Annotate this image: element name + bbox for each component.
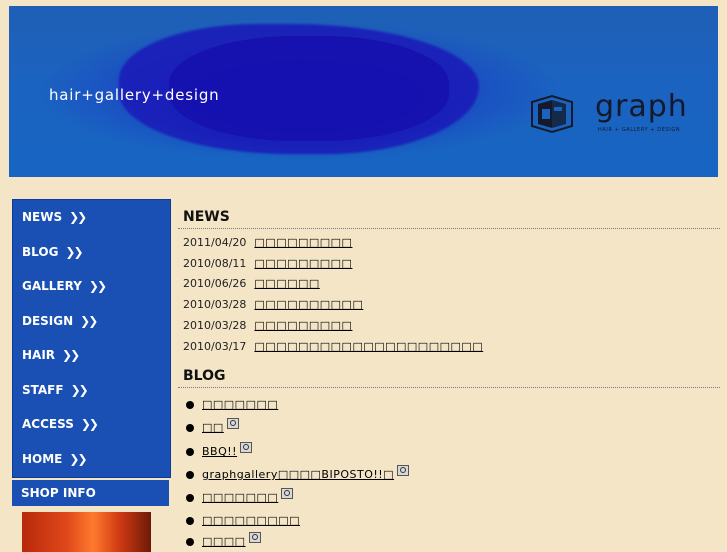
double-chevron-icon: ❯❯: [69, 210, 87, 225]
bullet-icon: [186, 447, 194, 456]
blog-link[interactable]: □□□□□□□: [202, 491, 278, 504]
news-divider: [178, 228, 720, 229]
blog-item: graphgallery□□□□BIPOSTO!!□: [186, 465, 410, 481]
news-item: 2010/03/28 □□□□□□□□□□: [183, 298, 363, 311]
shop-photo: [22, 512, 151, 552]
news-link[interactable]: □□□□□□□□□: [254, 236, 352, 249]
nav-item-hair[interactable]: HAIR ❯❯: [13, 338, 170, 373]
nav-label: NEWS: [22, 210, 63, 225]
logo-subtitle: HAIR + GALLERY + DESIGN: [598, 127, 681, 133]
blog-link[interactable]: □□□□□□□: [202, 398, 278, 411]
camera-icon: [281, 488, 294, 499]
nav-item-access[interactable]: ACCESS ❯❯: [13, 407, 170, 442]
sidebar-nav: NEWS ❯❯ BLOG ❯❯ GALLERY ❯❯ DESIGN ❯❯ HAI…: [12, 199, 171, 478]
site-tagline: hair+gallery+design: [49, 86, 220, 104]
nav-label: HOME: [22, 451, 63, 466]
news-date: 2010/03/28: [183, 298, 247, 311]
double-chevron-icon: ❯❯: [80, 417, 99, 432]
camera-icon: [248, 532, 261, 543]
blog-item: BBQ!!: [186, 442, 253, 458]
logo-wordmark: graph: [595, 89, 688, 124]
double-chevron-icon: ❯❯: [65, 244, 83, 259]
blog-link[interactable]: graphgallery□□□□BIPOSTO!!□: [202, 468, 394, 481]
double-chevron-icon: ❯❯: [62, 348, 80, 363]
camera-icon: [397, 465, 410, 476]
news-date: 2010/03/28: [183, 319, 247, 332]
nav-item-blog[interactable]: BLOG ❯❯: [13, 235, 170, 270]
double-chevron-icon: ❯❯: [69, 451, 87, 466]
blog-link[interactable]: □□□□□□□□□: [202, 514, 300, 527]
news-date: 2010/06/26: [183, 277, 247, 290]
news-link[interactable]: □□□□□□□□□: [254, 319, 352, 332]
news-item: 2011/04/20 □□□□□□□□□: [183, 236, 352, 249]
double-chevron-icon: ❯❯: [80, 313, 98, 328]
bullet-icon: [186, 400, 194, 409]
news-item: 2010/03/17 □□□□□□□□□□□□□□□□□□□□□: [183, 340, 483, 353]
bullet-icon: [186, 493, 194, 502]
nav-label: GALLERY: [22, 279, 82, 294]
news-heading: NEWS: [183, 209, 230, 225]
blog-heading: BLOG: [183, 368, 226, 384]
nav-label: STAFF: [22, 382, 64, 397]
nav-item-news[interactable]: NEWS ❯❯: [13, 200, 170, 235]
logo-cube-icon: [531, 94, 573, 134]
news-date: 2011/04/20: [183, 236, 247, 249]
news-link[interactable]: □□□□□□: [254, 277, 319, 290]
nav-item-design[interactable]: DESIGN ❯❯: [13, 304, 170, 339]
nav-item-gallery[interactable]: GALLERY ❯❯: [13, 269, 170, 304]
shop-info-heading: SHOP INFO: [12, 480, 169, 506]
bullet-icon: [186, 516, 194, 525]
double-chevron-icon: ❯❯: [88, 279, 107, 294]
news-item: 2010/06/26 □□□□□□: [183, 277, 320, 290]
camera-icon: [240, 442, 253, 453]
camera-icon: [226, 418, 239, 429]
nav-label: HAIR: [22, 348, 56, 363]
nav-label: DESIGN: [22, 313, 74, 328]
blog-link[interactable]: □□□□: [202, 535, 246, 548]
news-link[interactable]: □□□□□□□□□: [254, 257, 352, 270]
bullet-icon: [186, 537, 194, 546]
nav-item-home[interactable]: HOME ❯❯: [13, 442, 170, 477]
header-banner: hair+gallery+design graph HAIR + GALLERY…: [9, 6, 718, 177]
nav-label: BLOG: [22, 244, 59, 259]
news-item: 2010/08/11 □□□□□□□□□: [183, 257, 352, 270]
bullet-icon: [186, 423, 194, 432]
blog-item: □□□□□□□: [186, 398, 278, 411]
news-date: 2010/08/11: [183, 257, 247, 270]
nav-item-staff[interactable]: STAFF ❯❯: [13, 373, 170, 408]
blog-link[interactable]: □□: [202, 421, 224, 434]
double-chevron-icon: ❯❯: [70, 382, 89, 397]
news-link[interactable]: □□□□□□□□□□□□□□□□□□□□□: [254, 340, 483, 353]
nav-label: ACCESS: [22, 417, 74, 432]
blog-link[interactable]: BBQ!!: [202, 445, 237, 458]
blog-item: □□: [186, 418, 239, 434]
news-date: 2010/03/17: [183, 340, 247, 353]
blog-item: □□□□□□□: [186, 488, 294, 504]
blog-divider: [178, 387, 720, 388]
news-link[interactable]: □□□□□□□□□□: [254, 298, 363, 311]
blog-item: □□□□: [186, 532, 261, 548]
bullet-icon: [186, 470, 194, 479]
news-item: 2010/03/28 □□□□□□□□□: [183, 319, 352, 332]
blog-item: □□□□□□□□□: [186, 514, 300, 527]
